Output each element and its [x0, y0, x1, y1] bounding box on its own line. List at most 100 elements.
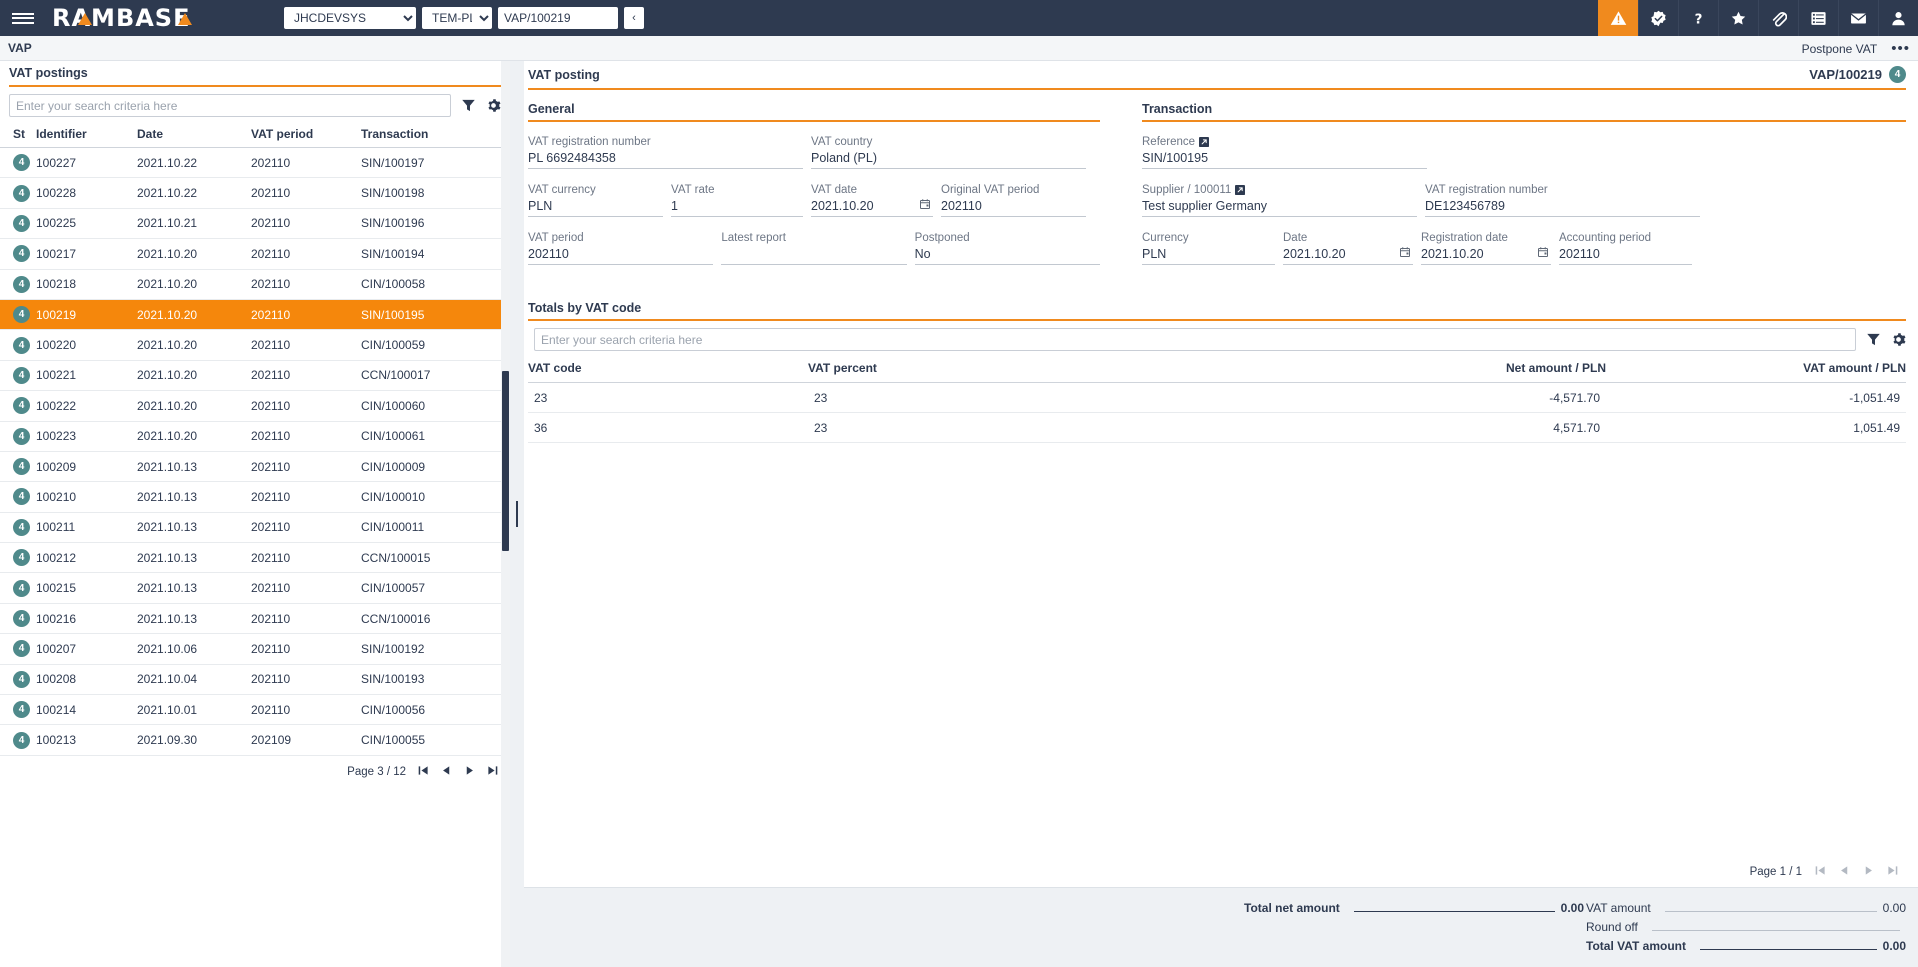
- left-panel-scrollbar-track[interactable]: [501, 61, 510, 967]
- table-row[interactable]: 41002222021.10.20202110CIN/100060: [0, 391, 510, 421]
- cell-status: 4: [0, 482, 36, 512]
- totals-search-input[interactable]: [534, 328, 1856, 351]
- favorites-star-icon[interactable]: [1718, 0, 1758, 36]
- tasklist-icon[interactable]: [1798, 0, 1838, 36]
- field-latest-report[interactable]: Latest report: [721, 231, 906, 265]
- back-button[interactable]: ‹: [624, 7, 644, 29]
- calendar-icon[interactable]: [1537, 245, 1549, 263]
- postpone-vat-action[interactable]: Postpone VAT: [1802, 42, 1878, 56]
- totals-pager-last-button[interactable]: [1887, 865, 1898, 879]
- pager-last-button[interactable]: [487, 765, 498, 779]
- more-options-icon[interactable]: •••: [1891, 41, 1910, 56]
- column-header-transaction[interactable]: Transaction: [361, 123, 510, 148]
- table-row[interactable]: 41002072021.10.06202110SIN/100192: [0, 634, 510, 664]
- panel-splitter[interactable]: [510, 61, 524, 967]
- cell-date: 2021.10.20: [137, 391, 251, 421]
- table-row[interactable]: 41002212021.10.20202110CCN/100017: [0, 360, 510, 390]
- table-row[interactable]: 41002152021.10.13202110CIN/100057: [0, 573, 510, 603]
- table-row[interactable]: 41002092021.10.13202110CIN/100009: [0, 451, 510, 481]
- vat-postings-search-input[interactable]: [9, 94, 451, 117]
- table-row[interactable]: 36234,571.701,051.49: [528, 413, 1906, 443]
- total-net-amount-label: Total net amount: [1244, 901, 1340, 915]
- cell-date: 2021.10.22: [137, 178, 251, 208]
- pager-prev-button[interactable]: [441, 765, 452, 779]
- column-header-identifier[interactable]: Identifier: [36, 123, 137, 148]
- field-accounting-period[interactable]: Accounting period 202110: [1559, 231, 1692, 265]
- totals-pager-prev-button[interactable]: [1839, 865, 1850, 879]
- table-row[interactable]: 41002282021.10.22202110SIN/100198: [0, 178, 510, 208]
- totals-pager-first-button[interactable]: [1815, 865, 1826, 879]
- approval-check-badge-icon[interactable]: [1638, 0, 1678, 36]
- filter-icon[interactable]: [1866, 332, 1881, 347]
- field-vat-rate[interactable]: VAT rate 1: [671, 183, 803, 217]
- field-currency[interactable]: Currency PLN: [1142, 231, 1275, 265]
- table-row[interactable]: 41002082021.10.04202110SIN/100193: [0, 664, 510, 694]
- template-select[interactable]: TEM-PL: [422, 7, 492, 29]
- table-row[interactable]: 41002112021.10.13202110CIN/100011: [0, 512, 510, 542]
- table-row[interactable]: 41002102021.10.13202110CIN/100010: [0, 482, 510, 512]
- pager-first-button[interactable]: [418, 765, 429, 779]
- field-postponed[interactable]: Postponed No: [915, 231, 1100, 265]
- field-registration-date[interactable]: Registration date 2021.10.20: [1421, 231, 1551, 265]
- field-vat-currency[interactable]: VAT currency PLN: [528, 183, 663, 217]
- table-row[interactable]: 41002172021.10.20202110SIN/100194: [0, 239, 510, 269]
- table-row[interactable]: 41002192021.10.20202110SIN/100195: [0, 299, 510, 329]
- field-vat-date[interactable]: VAT date 2021.10.20: [811, 183, 933, 217]
- column-header-net-amount[interactable]: Net amount / PLN: [1288, 357, 1606, 383]
- cell-vat-period: 202110: [251, 695, 361, 725]
- field-original-vat-period[interactable]: Original VAT period 202110: [941, 183, 1086, 217]
- field-supplier[interactable]: Supplier / 100011 Test supplier Germany: [1142, 183, 1417, 217]
- value-latest-report: [721, 245, 906, 265]
- messages-envelope-icon[interactable]: [1838, 0, 1878, 36]
- splitter-handle[interactable]: [516, 501, 518, 527]
- transaction-section-heading: Transaction: [1142, 102, 1906, 120]
- field-reference[interactable]: Reference SIN/100195: [1142, 135, 1427, 169]
- external-link-icon[interactable]: [1235, 185, 1245, 195]
- label-supplier: Supplier / 100011: [1142, 183, 1417, 197]
- calendar-icon[interactable]: [1399, 245, 1411, 263]
- column-header-vat-amount[interactable]: VAT amount / PLN: [1606, 357, 1906, 383]
- cell-transaction: SIN/100195: [361, 299, 510, 329]
- cell-date: 2021.10.20: [137, 239, 251, 269]
- table-row[interactable]: 41002272021.10.22202110SIN/100197: [0, 148, 510, 178]
- user-profile-icon[interactable]: [1878, 0, 1918, 36]
- column-header-st[interactable]: St: [0, 123, 36, 148]
- calendar-icon[interactable]: [919, 197, 931, 215]
- table-row[interactable]: 41002202021.10.20202110CIN/100059: [0, 330, 510, 360]
- menu-hamburger-icon[interactable]: [0, 0, 46, 36]
- document-search-input[interactable]: [498, 7, 618, 29]
- table-row[interactable]: 41002122021.10.13202110CCN/100015: [0, 543, 510, 573]
- column-header-vat-code[interactable]: VAT code: [528, 357, 808, 383]
- pager-next-button[interactable]: [464, 765, 475, 779]
- field-vat-registration-number[interactable]: VAT registration number PL 6692484358: [528, 135, 803, 169]
- table-row[interactable]: 41002182021.10.20202110CIN/100058: [0, 269, 510, 299]
- status-badge: 4: [13, 428, 30, 445]
- external-link-icon[interactable]: [1199, 137, 1209, 147]
- field-transaction-vat-registration-number[interactable]: VAT registration number DE123456789: [1425, 183, 1700, 217]
- field-vat-country[interactable]: VAT country Poland (PL): [811, 135, 1086, 169]
- cell-status: 4: [0, 391, 36, 421]
- table-row[interactable]: 2323-4,571.70-1,051.49: [528, 383, 1906, 413]
- alert-icon[interactable]: [1598, 0, 1638, 36]
- breadcrumb[interactable]: VAP: [8, 41, 32, 55]
- help-question-icon[interactable]: ?: [1678, 0, 1718, 36]
- column-header-date[interactable]: Date: [137, 123, 251, 148]
- column-header-vat-period[interactable]: VAT period: [251, 123, 361, 148]
- table-row[interactable]: 41002142021.10.01202110CIN/100056: [0, 695, 510, 725]
- settings-gear-icon[interactable]: [486, 98, 501, 113]
- settings-gear-icon[interactable]: [1891, 332, 1906, 347]
- field-vat-period[interactable]: VAT period 202110: [528, 231, 713, 265]
- cell-date: 2021.10.20: [137, 360, 251, 390]
- field-date[interactable]: Date 2021.10.20: [1283, 231, 1413, 265]
- left-panel-scrollbar-thumb[interactable]: [502, 371, 509, 551]
- company-select[interactable]: JHCDEVSYS: [284, 7, 416, 29]
- table-row[interactable]: 41002252021.10.21202110SIN/100196: [0, 208, 510, 238]
- table-row[interactable]: 41002232021.10.20202110CIN/100061: [0, 421, 510, 451]
- filter-icon[interactable]: [461, 98, 476, 113]
- table-row[interactable]: 41002162021.10.13202110CCN/100016: [0, 603, 510, 633]
- attachment-paperclip-icon[interactable]: [1758, 0, 1798, 36]
- table-row[interactable]: 41002132021.09.30202109CIN/100055: [0, 725, 510, 755]
- cell-date: 2021.10.20: [137, 421, 251, 451]
- column-header-vat-percent[interactable]: VAT percent: [808, 357, 1288, 383]
- totals-pager-next-button[interactable]: [1863, 865, 1874, 879]
